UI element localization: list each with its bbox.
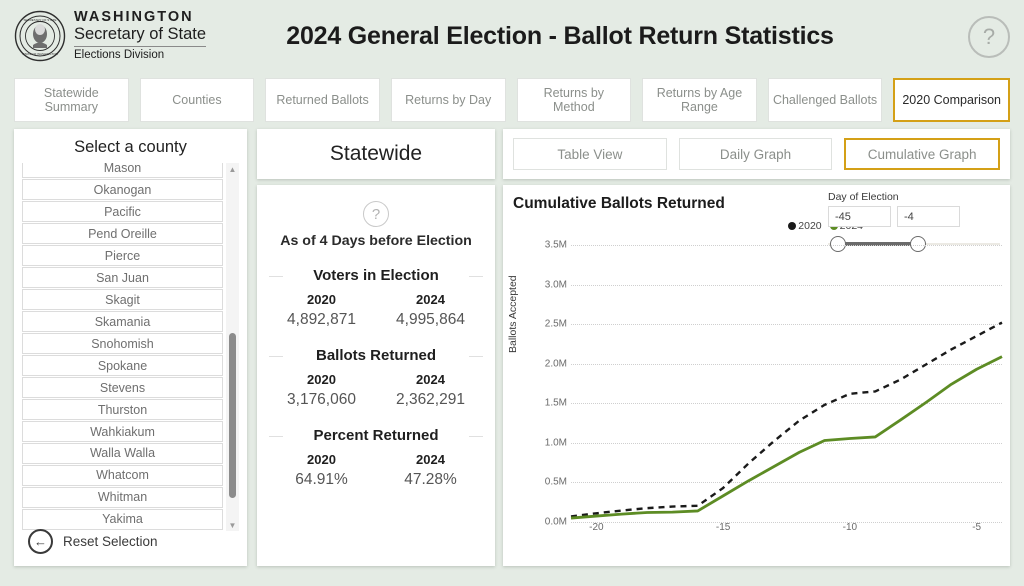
- tab-challenged-ballots[interactable]: Challenged Ballots: [767, 78, 883, 122]
- county-list-item[interactable]: Snohomish: [22, 332, 223, 355]
- app-header: SECRETARY OF STATE STATE OF WASHINGTON W…: [0, 0, 1024, 74]
- county-list-item[interactable]: Thurston: [22, 398, 223, 421]
- daily-graph-button[interactable]: Daily Graph: [678, 138, 833, 170]
- logo-divider: [74, 46, 207, 48]
- county-list-viewport: Mason Okanogan Pacific Pend Oreille Pierce Sa…: [22, 163, 239, 531]
- scroll-up-arrow-icon[interactable]: ▲: [226, 163, 239, 175]
- metric-year: 2024: [416, 292, 445, 307]
- chart-plot-area: Ballots Accepted 0.0M 0.5M 1.0M 1.5M 2.0M 2.5…: [503, 233, 1010, 566]
- county-list-scrollbar[interactable]: ▲ ▼: [226, 163, 239, 531]
- county-list-item[interactable]: Mason: [22, 163, 223, 179]
- metric-title: Voters in Election: [267, 267, 485, 284]
- scrollbar-thumb[interactable]: [229, 333, 236, 498]
- logo-line-secretary: Secretary of State: [74, 25, 207, 44]
- chart-title: Cumulative Ballots Returned: [513, 195, 725, 212]
- chart-panel: Cumulative Ballots Returned 2020 2024 Da…: [503, 185, 1010, 566]
- slider-min-input[interactable]: [828, 206, 891, 227]
- county-list-item[interactable]: Pacific: [22, 200, 223, 223]
- metric-percent-returned: Percent Returned 2020 64.91% 2024 47.28%: [267, 427, 485, 489]
- metric-voters-in-election: Voters in Election 2020 4,892,871 2024 4…: [267, 267, 485, 329]
- county-list-item[interactable]: Wahkiakum: [22, 420, 223, 443]
- view-mode-button-bar: Table View Daily Graph Cumulative Graph: [503, 129, 1010, 179]
- county-list-item[interactable]: Pend Oreille: [22, 222, 223, 245]
- county-list-item[interactable]: San Juan: [22, 266, 223, 289]
- table-view-button[interactable]: Table View: [513, 138, 667, 170]
- county-list-item[interactable]: Okanogan: [22, 178, 223, 201]
- metric-value: 3,176,060: [287, 391, 356, 408]
- county-selector-panel: Select a county Mason Okanogan Pacific Pend…: [14, 129, 247, 566]
- metric-year: 2020: [307, 372, 336, 387]
- county-list-item[interactable]: Skagit: [22, 288, 223, 311]
- stats-help-icon[interactable]: ?: [363, 201, 389, 227]
- metric-column-2020: 2020 4,892,871: [267, 292, 376, 329]
- back-arrow-circle-icon: ←: [28, 529, 53, 554]
- metric-value: 2,362,291: [396, 391, 465, 408]
- svg-text:STATE OF WASHINGTON: STATE OF WASHINGTON: [22, 52, 58, 56]
- metric-title: Percent Returned: [267, 427, 485, 444]
- reset-selection-button[interactable]: ← Reset Selection: [28, 529, 158, 554]
- statewide-stats-panel: ? As of 4 Days before Election Voters in…: [257, 185, 495, 566]
- legend-swatch-2020: [788, 222, 797, 230]
- chart-series-lines: [570, 321, 1003, 520]
- metric-title: Ballots Returned: [267, 347, 485, 364]
- tab-returns-by-day[interactable]: Returns by Day: [390, 78, 506, 122]
- tab-2020-comparison[interactable]: 2020 Comparison: [893, 78, 1010, 122]
- county-selector-title: Select a county: [74, 138, 187, 156]
- legend-item-2020[interactable]: 2020: [788, 220, 822, 232]
- logo-line-washington: WASHINGTON: [74, 9, 194, 26]
- cumulative-graph-button[interactable]: Cumulative Graph: [844, 138, 1001, 170]
- metric-year: 2024: [416, 452, 445, 467]
- help-icon[interactable]: ?: [968, 16, 1010, 58]
- county-list-item[interactable]: Whitman: [22, 486, 223, 509]
- series-line-2020: [570, 321, 1003, 518]
- slider-label: Day of Election: [828, 191, 899, 203]
- scroll-down-arrow-icon[interactable]: ▼: [226, 519, 239, 531]
- metric-column-2020: 2020 64.91%: [267, 452, 376, 489]
- county-list-item[interactable]: Stevens: [22, 376, 223, 399]
- county-list-item[interactable]: Pierce: [22, 244, 223, 267]
- reset-selection-label: Reset Selection: [63, 534, 158, 549]
- legend-label-2020: 2020: [798, 220, 822, 232]
- series-line-2024: [570, 355, 1003, 520]
- county-list: Mason Okanogan Pacific Pend Oreille Pierce Sa…: [22, 163, 223, 531]
- as-of-label: As of 4 Days before Election: [280, 233, 472, 249]
- statewide-heading: Statewide: [329, 142, 423, 165]
- metric-column-2024: 2024 4,995,864: [376, 292, 485, 329]
- county-list-item[interactable]: Yakima: [22, 508, 223, 531]
- svg-text:SECRETARY OF STATE: SECRETARY OF STATE: [23, 18, 56, 22]
- main-tab-bar: Statewide Summary Counties Returned Ball…: [14, 78, 1010, 122]
- tab-returns-by-method[interactable]: Returns by Method: [516, 78, 632, 122]
- state-seal-icon: SECRETARY OF STATE STATE OF WASHINGTON: [14, 10, 66, 62]
- tab-returns-by-age-range[interactable]: Returns by Age Range: [642, 78, 757, 122]
- slider-max-input[interactable]: [897, 206, 960, 227]
- page-title: 2024 General Election - Ballot Return St…: [286, 22, 834, 50]
- county-list-item[interactable]: Walla Walla: [22, 442, 223, 465]
- county-list-item[interactable]: Skamania: [22, 310, 223, 333]
- agency-logo: SECRETARY OF STATE STATE OF WASHINGTON W…: [14, 9, 207, 62]
- metric-value: 4,995,864: [396, 311, 465, 328]
- logo-line-division: Elections Division: [74, 49, 165, 62]
- statewide-header-card: Statewide: [257, 129, 495, 179]
- metric-column-2024: 2024 2,362,291: [376, 372, 485, 409]
- metric-year: 2020: [307, 292, 336, 307]
- metric-year: 2020: [307, 452, 336, 467]
- metric-column-2020: 2020 3,176,060: [267, 372, 376, 409]
- metric-ballots-returned: Ballots Returned 2020 3,176,060 2024 2,3…: [267, 347, 485, 409]
- county-list-item[interactable]: Spokane: [22, 354, 223, 377]
- metric-year: 2024: [416, 372, 445, 387]
- tab-returned-ballots[interactable]: Returned Ballots: [265, 78, 380, 122]
- dashboard-page: SECRETARY OF STATE STATE OF WASHINGTON W…: [0, 0, 1024, 586]
- tab-counties[interactable]: Counties: [139, 78, 255, 122]
- metric-value: 4,892,871: [287, 311, 356, 328]
- tab-statewide-summary[interactable]: Statewide Summary: [14, 78, 129, 122]
- metric-value: 47.28%: [404, 471, 457, 488]
- metric-column-2024: 2024 47.28%: [376, 452, 485, 489]
- county-list-item[interactable]: Whatcom: [22, 464, 223, 487]
- metric-value: 64.91%: [295, 471, 348, 488]
